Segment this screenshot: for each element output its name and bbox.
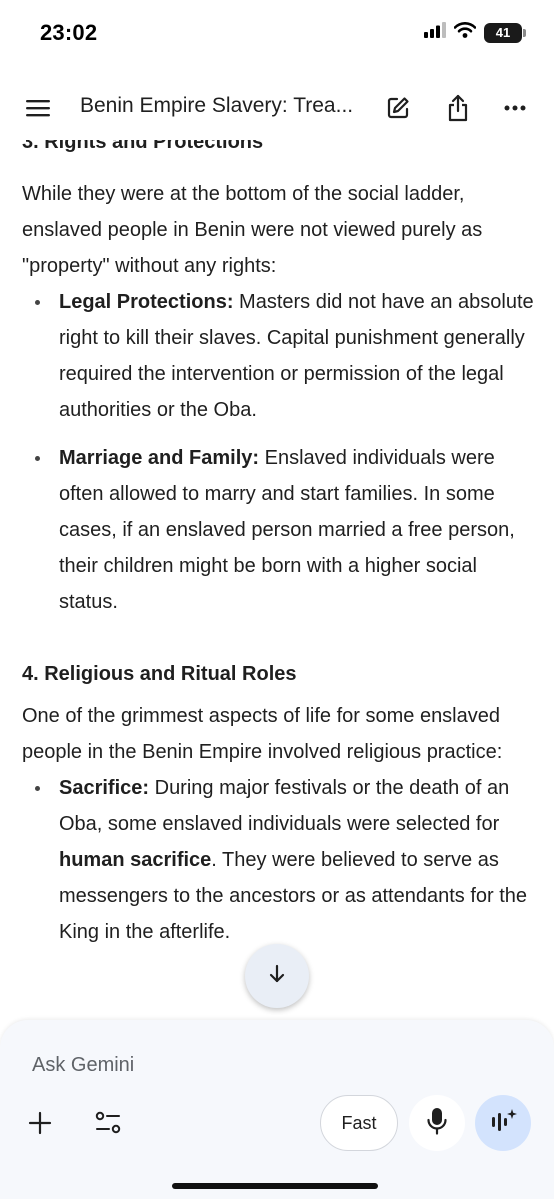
battery-level: 41 <box>495 25 511 40</box>
status-icons: 41 <box>424 22 526 43</box>
arrow-down-icon <box>268 964 286 989</box>
live-icon <box>489 1107 517 1140</box>
scroll-to-bottom-button[interactable] <box>245 944 309 1008</box>
more-icon[interactable] <box>493 86 537 130</box>
bullet-legal-protections: Legal Protections: Masters did not have … <box>22 284 537 428</box>
live-button[interactable] <box>475 1095 531 1151</box>
conversation-title[interactable]: Benin Empire Slavery: Trea... <box>80 94 365 118</box>
response-content: 3. Rights and Protections While they wer… <box>22 140 537 1020</box>
microphone-button[interactable] <box>409 1095 465 1151</box>
bullet-bold-phrase: human sacrifice <box>59 849 212 871</box>
menu-icon[interactable] <box>16 86 60 130</box>
prompt-input-panel: Ask Gemini Fast <box>0 1020 554 1199</box>
edit-icon[interactable] <box>376 86 420 130</box>
home-indicator <box>172 1183 378 1189</box>
bullet-label: Legal Protections: <box>59 291 234 313</box>
plus-icon[interactable] <box>18 1101 62 1145</box>
bullet-label: Marriage and Family: <box>59 447 260 469</box>
status-bar: 23:02 41 <box>0 0 554 66</box>
microphone-icon <box>427 1107 447 1140</box>
cellular-signal-icon <box>424 22 446 43</box>
status-time: 23:02 <box>40 20 98 45</box>
wifi-icon <box>453 22 477 43</box>
bullet-text: Enslaved individuals were often allowed … <box>59 447 515 613</box>
prompt-input[interactable]: Ask Gemini <box>32 1054 134 1077</box>
section-intro-rights: While they were at the bottom of the soc… <box>22 183 483 277</box>
bullet-label: Sacrifice: <box>59 777 150 799</box>
share-icon[interactable] <box>436 86 480 130</box>
tools-icon[interactable] <box>86 1101 130 1145</box>
model-mode-button[interactable]: Fast <box>320 1095 398 1151</box>
section-heading-religious: 4. Religious and Ritual Roles <box>22 663 297 685</box>
bullet-marriage-family: Marriage and Family: Enslaved individual… <box>22 440 537 620</box>
section-heading-rights: 3. Rights and Protections <box>22 140 264 153</box>
battery-icon: 41 <box>484 22 526 43</box>
section-intro-religious: One of the grimmest aspects of life for … <box>22 705 503 763</box>
bullet-sacrifice: Sacrifice: During major festivals or the… <box>22 770 537 950</box>
app-bar: Benin Empire Slavery: Trea... <box>0 80 554 136</box>
